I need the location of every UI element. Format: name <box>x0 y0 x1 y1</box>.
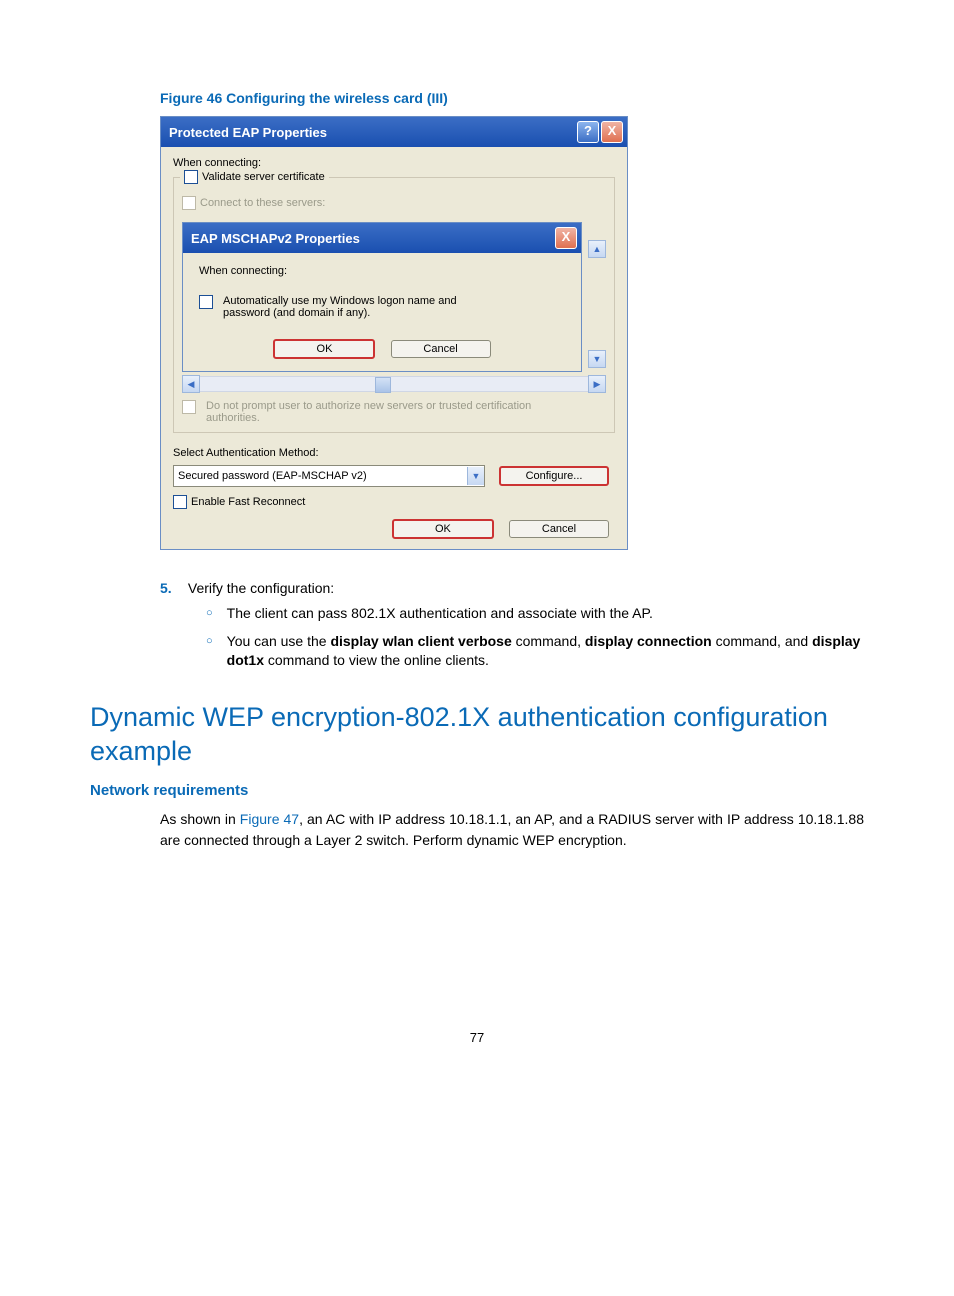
fast-reconnect-label: Enable Fast Reconnect <box>191 496 305 508</box>
outer-cancel-button[interactable]: Cancel <box>509 520 609 538</box>
configure-button[interactable]: Configure... <box>499 466 609 486</box>
scroll-right-icon[interactable]: ▶ <box>588 375 606 393</box>
horizontal-scrollbar[interactable]: ◀ ▶ <box>182 376 606 392</box>
sub-step-1: ○ The client can pass 802.1X authenticat… <box>206 604 864 624</box>
network-req-paragraph: As shown in Figure 47, an AC with IP add… <box>160 809 864 850</box>
figure-caption: Figure 46 Configuring the wireless card … <box>160 90 864 106</box>
outer-ok-button[interactable]: OK <box>392 519 494 539</box>
inner-cancel-button[interactable]: Cancel <box>391 340 491 358</box>
sub-step-2: ○ You can use the display wlan client ve… <box>206 632 864 671</box>
subsection-heading: Network requirements <box>90 782 864 799</box>
t: As shown in <box>160 811 240 827</box>
select-auth-label: Select Authentication Method: <box>173 447 615 459</box>
do-not-prompt-label: Do not prompt user to authorize new serv… <box>206 400 566 424</box>
step-number: 5. <box>160 580 184 596</box>
sub-step-1-text: The client can pass 802.1X authenticatio… <box>227 604 653 624</box>
outer-title: Protected EAP Properties <box>169 125 327 140</box>
t: You can use the <box>227 633 331 649</box>
inner-titlebar: EAP MSCHAPv2 Properties X <box>183 223 581 253</box>
inner-ok-button[interactable]: OK <box>273 339 375 359</box>
step-text: Verify the configuration: <box>188 580 334 596</box>
chevron-down-icon[interactable]: ▼ <box>467 467 484 485</box>
sub-step-2-text: You can use the display wlan client verb… <box>227 632 864 671</box>
cmd1: display wlan client verbose <box>330 633 511 649</box>
close-icon[interactable]: X <box>601 121 623 143</box>
figure-47-link[interactable]: Figure 47 <box>240 811 299 827</box>
when-connecting-label: When connecting: <box>173 157 615 169</box>
inner-close-icon[interactable]: X <box>555 227 577 249</box>
cmd2: display connection <box>585 633 712 649</box>
step-5: 5. Verify the configuration: <box>160 580 864 596</box>
scroll-down-icon[interactable]: ▼ <box>588 350 606 368</box>
t: command to view the online clients. <box>264 652 489 668</box>
page-number: 77 <box>90 1030 864 1045</box>
fast-reconnect-checkbox[interactable] <box>173 495 187 509</box>
connect-servers-label: Connect to these servers: <box>200 197 325 209</box>
protected-eap-dialog: Protected EAP Properties ? X When connec… <box>160 116 628 550</box>
scroll-left-icon[interactable]: ◀ <box>182 375 200 393</box>
auto-logon-checkbox[interactable] <box>199 295 213 309</box>
bullet-icon: ○ <box>206 632 213 671</box>
scroll-up-icon[interactable]: ▲ <box>588 240 606 258</box>
validate-cert-checkbox[interactable] <box>184 170 198 184</box>
auto-logon-label: Automatically use my Windows logon name … <box>223 295 493 319</box>
inner-title: EAP MSCHAPv2 Properties <box>191 231 360 246</box>
auth-method-dropdown[interactable]: Secured password (EAP-MSCHAP v2) ▼ <box>173 465 485 487</box>
bullet-icon: ○ <box>206 604 213 624</box>
t: command, and <box>712 633 812 649</box>
do-not-prompt-checkbox[interactable] <box>182 400 196 414</box>
inner-when-connecting: When connecting: <box>199 265 565 277</box>
validate-cert-label: Validate server certificate <box>202 171 325 183</box>
t: command, <box>512 633 585 649</box>
auth-method-value: Secured password (EAP-MSCHAP v2) <box>178 470 367 482</box>
help-icon[interactable]: ? <box>577 121 599 143</box>
eap-mschap-dialog: EAP MSCHAPv2 Properties X When connectin… <box>182 222 582 372</box>
outer-titlebar: Protected EAP Properties ? X <box>161 117 627 147</box>
section-heading: Dynamic WEP encryption-802.1X authentica… <box>90 701 864 769</box>
connect-servers-checkbox[interactable] <box>182 196 196 210</box>
